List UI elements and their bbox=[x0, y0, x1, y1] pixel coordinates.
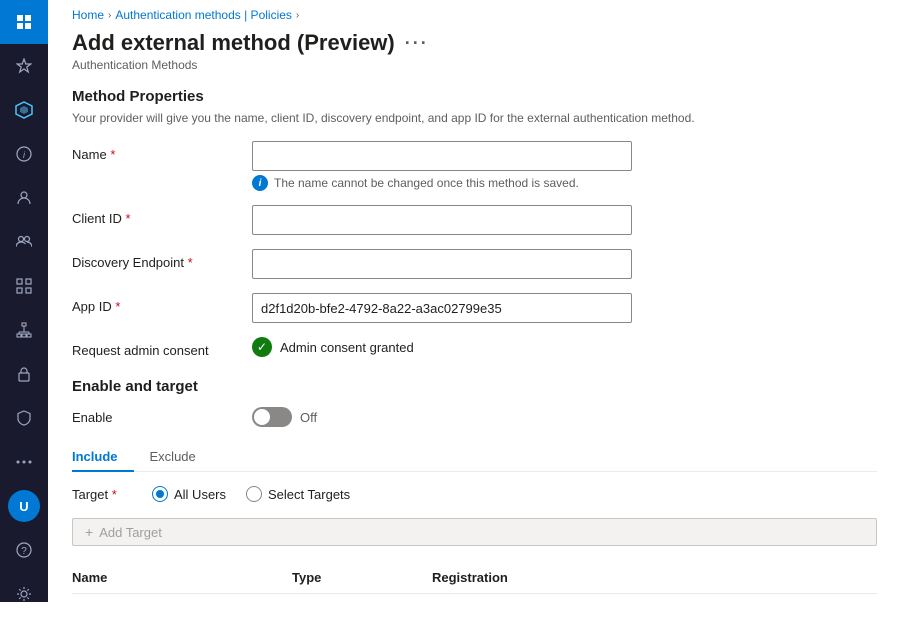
radio-group: All Users Select Targets bbox=[152, 486, 350, 502]
enable-toggle[interactable] bbox=[252, 407, 292, 427]
tab-include[interactable]: Include bbox=[72, 443, 134, 472]
client-id-input[interactable] bbox=[252, 205, 632, 235]
table-row: All Users Group Optional ▾ bbox=[72, 594, 877, 603]
method-properties-desc: Your provider will give you the name, cl… bbox=[72, 111, 877, 125]
name-info-text: The name cannot be changed once this met… bbox=[274, 176, 579, 190]
radio-select-targets[interactable]: Select Targets bbox=[246, 486, 350, 502]
plus-icon: + bbox=[85, 524, 93, 540]
discovery-endpoint-label: Discovery Endpoint * bbox=[72, 249, 252, 270]
radio-select-targets-label: Select Targets bbox=[268, 487, 350, 502]
apps-icon[interactable] bbox=[0, 264, 48, 308]
add-target-label: Add Target bbox=[99, 525, 162, 540]
star-icon[interactable] bbox=[0, 44, 48, 88]
breadcrumb: Home › Authentication methods | Policies… bbox=[48, 0, 901, 26]
col-name: Name bbox=[72, 562, 292, 594]
row-type: Group bbox=[292, 594, 432, 603]
name-info-icon: i bbox=[252, 175, 268, 191]
user-icon[interactable] bbox=[0, 176, 48, 220]
name-input[interactable] bbox=[252, 141, 632, 171]
avatar: U bbox=[8, 490, 40, 522]
col-type: Type bbox=[292, 562, 432, 594]
target-label: Target * bbox=[72, 487, 152, 502]
radio-all-users-label: All Users bbox=[174, 487, 226, 502]
row-actions bbox=[592, 594, 877, 603]
shield-icon[interactable] bbox=[0, 396, 48, 440]
targets-table: Name Type Registration All Users Group O… bbox=[72, 562, 877, 602]
breadcrumb-home[interactable]: Home bbox=[72, 8, 104, 22]
question-icon[interactable]: ? bbox=[0, 528, 48, 572]
app-id-row: App ID * bbox=[72, 293, 877, 323]
sidebar-bottom: U ? bbox=[0, 484, 48, 624]
org-icon[interactable] bbox=[0, 308, 48, 352]
user-avatar[interactable]: U bbox=[0, 484, 48, 528]
section-divider: Enable and target bbox=[72, 378, 877, 395]
app-id-label: App ID * bbox=[72, 293, 252, 314]
sidebar-top: i bbox=[0, 0, 48, 484]
app-id-field-wrap bbox=[252, 293, 877, 323]
svg-text:?: ? bbox=[21, 546, 27, 557]
client-id-label: Client ID * bbox=[72, 205, 252, 226]
radio-all-users-circle bbox=[152, 486, 168, 502]
tab-exclude[interactable]: Exclude bbox=[134, 443, 212, 472]
consent-granted: ✓ Admin consent granted bbox=[252, 337, 877, 357]
enable-target-title: Enable and target bbox=[72, 378, 877, 395]
svg-text:i: i bbox=[23, 150, 26, 160]
toggle-off-label: Off bbox=[300, 410, 317, 425]
consent-label: Request admin consent bbox=[72, 337, 252, 358]
sidebar: i U ? bbox=[0, 0, 48, 602]
discovery-endpoint-input[interactable] bbox=[252, 249, 632, 279]
breadcrumb-sep1: › bbox=[108, 10, 111, 21]
consent-value-wrap: ✓ Admin consent granted bbox=[252, 337, 877, 357]
page-subtitle: Authentication Methods bbox=[72, 58, 877, 72]
toggle-wrap: Off bbox=[252, 407, 317, 427]
content-area: Method Properties Your provider will giv… bbox=[48, 80, 901, 602]
enable-row: Enable Off bbox=[72, 407, 877, 427]
enable-label: Enable bbox=[72, 410, 252, 425]
name-row: Name * i The name cannot be changed once… bbox=[72, 141, 877, 191]
toggle-knob bbox=[254, 409, 270, 425]
row-registration: Optional ▾ bbox=[432, 594, 592, 603]
discovery-endpoint-field-wrap bbox=[252, 249, 877, 279]
name-label: Name * bbox=[72, 141, 252, 162]
lock-icon[interactable] bbox=[0, 352, 48, 396]
settings-icon[interactable] bbox=[0, 572, 48, 616]
method-properties-title: Method Properties bbox=[72, 88, 877, 105]
client-id-row: Client ID * bbox=[72, 205, 877, 235]
include-exclude-tabs: Include Exclude bbox=[72, 443, 877, 472]
more-icon[interactable] bbox=[0, 440, 48, 484]
radio-all-users[interactable]: All Users bbox=[152, 486, 226, 502]
breadcrumb-section[interactable]: Authentication methods | Policies bbox=[115, 8, 292, 22]
consent-text: Admin consent granted bbox=[280, 340, 414, 355]
page-header: Add external method (Preview) ··· Authen… bbox=[48, 26, 901, 80]
groups-icon[interactable] bbox=[0, 220, 48, 264]
home-icon[interactable] bbox=[0, 0, 48, 44]
radio-select-targets-circle bbox=[246, 486, 262, 502]
azure-ad-icon[interactable] bbox=[0, 88, 48, 132]
consent-row: Request admin consent ✓ Admin consent gr… bbox=[72, 337, 877, 358]
client-id-field-wrap bbox=[252, 205, 877, 235]
col-actions bbox=[592, 562, 877, 594]
add-target-button[interactable]: + Add Target bbox=[72, 518, 877, 546]
page-title-text: Add external method (Preview) bbox=[72, 30, 395, 56]
ellipsis-menu[interactable]: ··· bbox=[405, 33, 429, 54]
name-info-msg: i The name cannot be changed once this m… bbox=[252, 175, 877, 191]
page-title: Add external method (Preview) ··· bbox=[72, 30, 877, 56]
main-content: Home › Authentication methods | Policies… bbox=[48, 0, 901, 602]
row-name: All Users bbox=[72, 594, 292, 603]
col-registration: Registration bbox=[432, 562, 592, 594]
info-circle-icon[interactable]: i bbox=[0, 132, 48, 176]
target-row: Target * All Users Select Targets bbox=[72, 486, 877, 502]
discovery-endpoint-row: Discovery Endpoint * bbox=[72, 249, 877, 279]
breadcrumb-sep2: › bbox=[296, 10, 299, 21]
name-field-wrap: i The name cannot be changed once this m… bbox=[252, 141, 877, 191]
check-circle-icon: ✓ bbox=[252, 337, 272, 357]
table-header-row: Name Type Registration bbox=[72, 562, 877, 594]
app-id-input[interactable] bbox=[252, 293, 632, 323]
